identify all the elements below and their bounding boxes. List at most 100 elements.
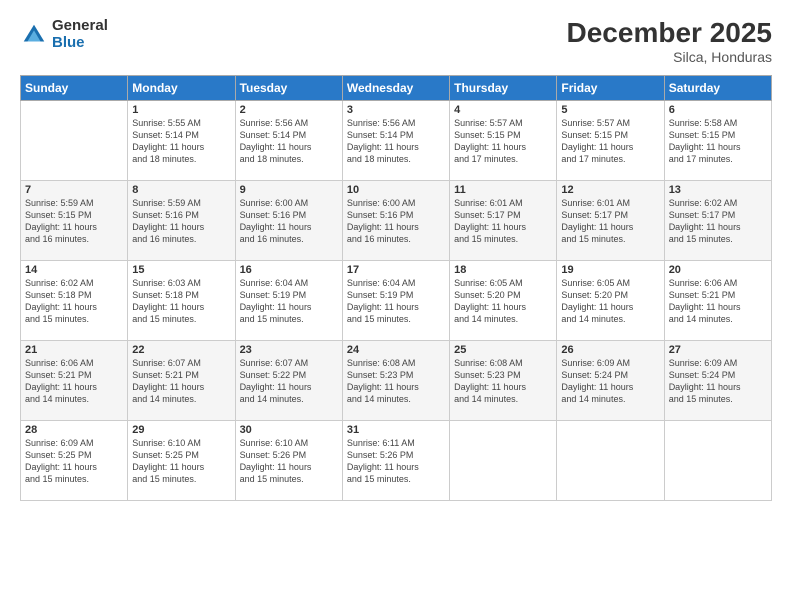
logo-general: General <box>52 18 108 35</box>
calendar-cell <box>557 420 664 500</box>
calendar-cell: 20Sunrise: 6:06 AM Sunset: 5:21 PM Dayli… <box>664 260 771 340</box>
calendar-cell: 10Sunrise: 6:00 AM Sunset: 5:16 PM Dayli… <box>342 180 449 260</box>
day-header-friday: Friday <box>557 75 664 100</box>
day-number: 13 <box>669 184 767 196</box>
cell-info: Sunrise: 5:57 AM Sunset: 5:15 PM Dayligh… <box>561 117 659 166</box>
day-number: 22 <box>132 344 230 356</box>
cell-info: Sunrise: 5:56 AM Sunset: 5:14 PM Dayligh… <box>347 117 445 166</box>
header: General Blue December 2025 Silca, Hondur… <box>20 18 772 65</box>
calendar-cell: 17Sunrise: 6:04 AM Sunset: 5:19 PM Dayli… <box>342 260 449 340</box>
calendar-cell <box>21 100 128 180</box>
day-number: 4 <box>454 104 552 116</box>
day-number: 3 <box>347 104 445 116</box>
logo-text: General Blue <box>52 18 108 51</box>
calendar-cell: 15Sunrise: 6:03 AM Sunset: 5:18 PM Dayli… <box>128 260 235 340</box>
logo-icon <box>20 21 48 49</box>
calendar-cell: 23Sunrise: 6:07 AM Sunset: 5:22 PM Dayli… <box>235 340 342 420</box>
day-number: 5 <box>561 104 659 116</box>
day-number: 21 <box>25 344 123 356</box>
cell-info: Sunrise: 6:01 AM Sunset: 5:17 PM Dayligh… <box>454 197 552 246</box>
cell-info: Sunrise: 5:57 AM Sunset: 5:15 PM Dayligh… <box>454 117 552 166</box>
logo-blue: Blue <box>52 35 108 52</box>
cell-info: Sunrise: 6:06 AM Sunset: 5:21 PM Dayligh… <box>669 277 767 326</box>
cell-info: Sunrise: 6:09 AM Sunset: 5:25 PM Dayligh… <box>25 437 123 486</box>
title-block: December 2025 Silca, Honduras <box>567 18 772 65</box>
cell-info: Sunrise: 5:55 AM Sunset: 5:14 PM Dayligh… <box>132 117 230 166</box>
calendar-cell: 1Sunrise: 5:55 AM Sunset: 5:14 PM Daylig… <box>128 100 235 180</box>
day-number: 17 <box>347 264 445 276</box>
calendar-cell: 3Sunrise: 5:56 AM Sunset: 5:14 PM Daylig… <box>342 100 449 180</box>
day-number: 29 <box>132 424 230 436</box>
week-row-1: 1Sunrise: 5:55 AM Sunset: 5:14 PM Daylig… <box>21 100 772 180</box>
day-number: 14 <box>25 264 123 276</box>
day-number: 16 <box>240 264 338 276</box>
cell-info: Sunrise: 6:07 AM Sunset: 5:21 PM Dayligh… <box>132 357 230 406</box>
calendar-cell: 2Sunrise: 5:56 AM Sunset: 5:14 PM Daylig… <box>235 100 342 180</box>
calendar-cell <box>664 420 771 500</box>
calendar-cell: 8Sunrise: 5:59 AM Sunset: 5:16 PM Daylig… <box>128 180 235 260</box>
day-header-saturday: Saturday <box>664 75 771 100</box>
day-number: 31 <box>347 424 445 436</box>
calendar-cell: 25Sunrise: 6:08 AM Sunset: 5:23 PM Dayli… <box>450 340 557 420</box>
day-number: 30 <box>240 424 338 436</box>
location: Silca, Honduras <box>567 49 772 65</box>
cell-info: Sunrise: 6:07 AM Sunset: 5:22 PM Dayligh… <box>240 357 338 406</box>
calendar-cell: 14Sunrise: 6:02 AM Sunset: 5:18 PM Dayli… <box>21 260 128 340</box>
cell-info: Sunrise: 6:08 AM Sunset: 5:23 PM Dayligh… <box>454 357 552 406</box>
calendar-cell: 26Sunrise: 6:09 AM Sunset: 5:24 PM Dayli… <box>557 340 664 420</box>
day-number: 27 <box>669 344 767 356</box>
calendar-cell: 29Sunrise: 6:10 AM Sunset: 5:25 PM Dayli… <box>128 420 235 500</box>
calendar-cell: 13Sunrise: 6:02 AM Sunset: 5:17 PM Dayli… <box>664 180 771 260</box>
cell-info: Sunrise: 6:03 AM Sunset: 5:18 PM Dayligh… <box>132 277 230 326</box>
calendar-cell: 22Sunrise: 6:07 AM Sunset: 5:21 PM Dayli… <box>128 340 235 420</box>
cell-info: Sunrise: 6:06 AM Sunset: 5:21 PM Dayligh… <box>25 357 123 406</box>
logo: General Blue <box>20 18 108 51</box>
cell-info: Sunrise: 6:02 AM Sunset: 5:17 PM Dayligh… <box>669 197 767 246</box>
cell-info: Sunrise: 5:56 AM Sunset: 5:14 PM Dayligh… <box>240 117 338 166</box>
calendar-cell: 31Sunrise: 6:11 AM Sunset: 5:26 PM Dayli… <box>342 420 449 500</box>
cell-info: Sunrise: 6:09 AM Sunset: 5:24 PM Dayligh… <box>669 357 767 406</box>
cell-info: Sunrise: 5:59 AM Sunset: 5:16 PM Dayligh… <box>132 197 230 246</box>
day-number: 25 <box>454 344 552 356</box>
cell-info: Sunrise: 6:05 AM Sunset: 5:20 PM Dayligh… <box>454 277 552 326</box>
cell-info: Sunrise: 6:00 AM Sunset: 5:16 PM Dayligh… <box>240 197 338 246</box>
day-number: 7 <box>25 184 123 196</box>
calendar-cell: 28Sunrise: 6:09 AM Sunset: 5:25 PM Dayli… <box>21 420 128 500</box>
calendar-table: SundayMondayTuesdayWednesdayThursdayFrid… <box>20 75 772 501</box>
calendar-cell: 11Sunrise: 6:01 AM Sunset: 5:17 PM Dayli… <box>450 180 557 260</box>
day-number: 2 <box>240 104 338 116</box>
day-number: 9 <box>240 184 338 196</box>
day-header-sunday: Sunday <box>21 75 128 100</box>
calendar-cell: 9Sunrise: 6:00 AM Sunset: 5:16 PM Daylig… <box>235 180 342 260</box>
week-row-5: 28Sunrise: 6:09 AM Sunset: 5:25 PM Dayli… <box>21 420 772 500</box>
day-number: 19 <box>561 264 659 276</box>
day-header-tuesday: Tuesday <box>235 75 342 100</box>
day-number: 20 <box>669 264 767 276</box>
day-number: 6 <box>669 104 767 116</box>
cell-info: Sunrise: 6:01 AM Sunset: 5:17 PM Dayligh… <box>561 197 659 246</box>
day-number: 8 <box>132 184 230 196</box>
calendar-cell: 4Sunrise: 5:57 AM Sunset: 5:15 PM Daylig… <box>450 100 557 180</box>
day-header-monday: Monday <box>128 75 235 100</box>
cell-info: Sunrise: 6:11 AM Sunset: 5:26 PM Dayligh… <box>347 437 445 486</box>
day-number: 28 <box>25 424 123 436</box>
day-number: 18 <box>454 264 552 276</box>
page: General Blue December 2025 Silca, Hondur… <box>0 0 792 612</box>
calendar-cell: 18Sunrise: 6:05 AM Sunset: 5:20 PM Dayli… <box>450 260 557 340</box>
cell-info: Sunrise: 6:08 AM Sunset: 5:23 PM Dayligh… <box>347 357 445 406</box>
cell-info: Sunrise: 5:58 AM Sunset: 5:15 PM Dayligh… <box>669 117 767 166</box>
calendar-cell: 6Sunrise: 5:58 AM Sunset: 5:15 PM Daylig… <box>664 100 771 180</box>
day-number: 1 <box>132 104 230 116</box>
day-header-thursday: Thursday <box>450 75 557 100</box>
cell-info: Sunrise: 6:04 AM Sunset: 5:19 PM Dayligh… <box>240 277 338 326</box>
cell-info: Sunrise: 6:00 AM Sunset: 5:16 PM Dayligh… <box>347 197 445 246</box>
week-row-4: 21Sunrise: 6:06 AM Sunset: 5:21 PM Dayli… <box>21 340 772 420</box>
calendar-cell: 16Sunrise: 6:04 AM Sunset: 5:19 PM Dayli… <box>235 260 342 340</box>
week-row-3: 14Sunrise: 6:02 AM Sunset: 5:18 PM Dayli… <box>21 260 772 340</box>
week-row-2: 7Sunrise: 5:59 AM Sunset: 5:15 PM Daylig… <box>21 180 772 260</box>
calendar-cell: 12Sunrise: 6:01 AM Sunset: 5:17 PM Dayli… <box>557 180 664 260</box>
day-header-wednesday: Wednesday <box>342 75 449 100</box>
calendar-cell: 21Sunrise: 6:06 AM Sunset: 5:21 PM Dayli… <box>21 340 128 420</box>
month-year: December 2025 <box>567 18 772 49</box>
calendar-cell <box>450 420 557 500</box>
